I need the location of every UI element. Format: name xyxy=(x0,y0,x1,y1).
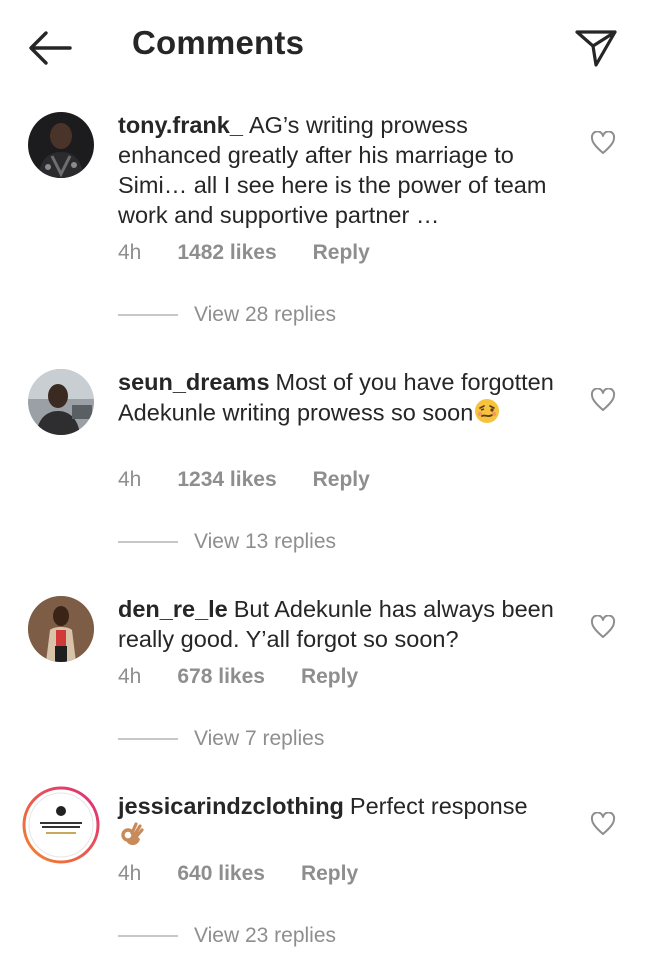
divider xyxy=(118,314,178,316)
arrow-left-icon xyxy=(29,31,72,65)
view-replies-label: View 13 replies xyxy=(194,530,337,553)
heart-outline-icon xyxy=(590,614,616,638)
comment-time: 4h xyxy=(118,862,142,885)
woozy-face-icon xyxy=(473,397,501,432)
divider xyxy=(118,541,178,543)
like-button[interactable] xyxy=(590,130,616,155)
view-replies-button[interactable]: View 13 replies xyxy=(118,530,336,554)
divider xyxy=(118,935,178,937)
view-replies-button[interactable]: View 7 replies xyxy=(118,727,324,751)
comment-meta: 4h 1482 likes Reply xyxy=(118,241,406,265)
paper-plane-icon xyxy=(575,30,617,67)
heart-outline-icon xyxy=(590,811,616,835)
heart-outline-icon xyxy=(590,387,616,411)
divider xyxy=(118,738,178,740)
comment-body: Perfect response xyxy=(349,793,528,819)
comment-time: 4h xyxy=(118,665,142,688)
reply-button[interactable]: Reply xyxy=(313,241,370,265)
comment-likes[interactable]: 1234 likes xyxy=(177,468,276,492)
avatar[interactable] xyxy=(28,112,94,178)
comment-meta: 4h 1234 likes Reply xyxy=(118,468,406,492)
like-button[interactable] xyxy=(590,387,616,412)
comment-text: den_re_le But Adekunle has always been re… xyxy=(118,594,568,654)
comment-meta: 4h 640 likes Reply xyxy=(118,862,394,886)
comment-username[interactable]: den_re_le xyxy=(118,596,228,622)
avatar[interactable] xyxy=(22,786,100,864)
view-replies-button[interactable]: View 28 replies xyxy=(118,303,336,327)
view-replies-label: View 28 replies xyxy=(194,303,337,326)
comment-username[interactable]: tony.frank_ xyxy=(118,112,243,138)
comment-text: tony.frank_ AG’s writing prowess enhanced… xyxy=(118,110,568,230)
share-button[interactable] xyxy=(572,26,620,70)
reply-button[interactable]: Reply xyxy=(301,862,358,886)
view-replies-button[interactable]: View 23 replies xyxy=(118,924,336,948)
avatar[interactable] xyxy=(28,369,94,435)
header: Comments xyxy=(0,0,654,96)
view-replies-label: View 23 replies xyxy=(194,924,337,947)
comment-time: 4h xyxy=(118,241,142,264)
comment-username[interactable]: jessicarindzclothing xyxy=(118,793,344,819)
heart-outline-icon xyxy=(590,130,616,154)
comment-likes[interactable]: 640 likes xyxy=(177,862,265,886)
comment-likes[interactable]: 1482 likes xyxy=(177,241,276,265)
comment-likes[interactable]: 678 likes xyxy=(177,665,265,689)
comment-time: 4h xyxy=(118,468,142,491)
comment-text: seun_dreams Most of you have forgotten Ad… xyxy=(118,367,568,432)
comment-text: jessicarindzclothing Perfect response xyxy=(118,791,568,856)
reply-button[interactable]: Reply xyxy=(313,468,370,492)
ok-hand-icon xyxy=(118,821,146,856)
comment-meta: 4h 678 likes Reply xyxy=(118,665,394,689)
like-button[interactable] xyxy=(590,811,616,836)
avatar[interactable] xyxy=(28,596,94,662)
page-title: Comments xyxy=(132,24,305,61)
comment-username[interactable]: seun_dreams xyxy=(118,369,270,395)
view-replies-label: View 7 replies xyxy=(194,727,325,750)
back-button[interactable] xyxy=(26,28,76,68)
like-button[interactable] xyxy=(590,614,616,639)
reply-button[interactable]: Reply xyxy=(301,665,358,689)
